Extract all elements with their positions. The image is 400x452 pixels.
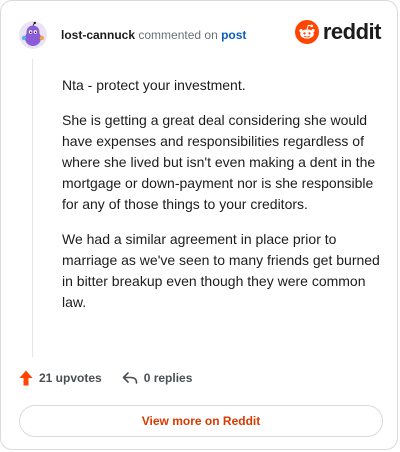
author-username[interactable]: lost-cannuck (61, 28, 135, 42)
comment-meta: lost-cannuck commented on post (61, 27, 246, 43)
snoo-avatar-icon (19, 21, 47, 49)
upvotes-group[interactable]: 21 upvotes (19, 370, 102, 386)
comment-embed-card: lost-cannuck commented on post reddit Nt… (0, 0, 398, 450)
comment-body: Nta - protect your investment. She is ge… (62, 75, 382, 327)
comment-paragraph: Nta - protect your investment. (62, 77, 246, 93)
action-text: commented on (138, 28, 218, 42)
reddit-wordmark: reddit (322, 19, 382, 44)
replies-group[interactable]: 0 replies (122, 371, 193, 385)
thread-line (32, 59, 33, 357)
reddit-logo[interactable]: reddit (294, 19, 382, 45)
reply-count: 0 replies (143, 371, 193, 385)
comment-footer: 21 upvotes 0 replies (19, 370, 192, 386)
user-avatar[interactable] (19, 21, 47, 49)
upvote-count: 21 upvotes (39, 371, 102, 385)
upvote-arrow-icon (19, 370, 33, 386)
reply-arrow-icon (122, 372, 138, 384)
reddit-alien-icon (294, 20, 319, 44)
comment-header: lost-cannuck commented on post reddit (19, 17, 382, 53)
view-more-button[interactable]: View more on Reddit (19, 405, 383, 437)
comment-paragraph: She is getting a great deal considering … (62, 112, 376, 212)
comment-paragraph: We had a similar agreement in place prio… (62, 231, 380, 310)
post-link[interactable]: post (221, 28, 246, 42)
